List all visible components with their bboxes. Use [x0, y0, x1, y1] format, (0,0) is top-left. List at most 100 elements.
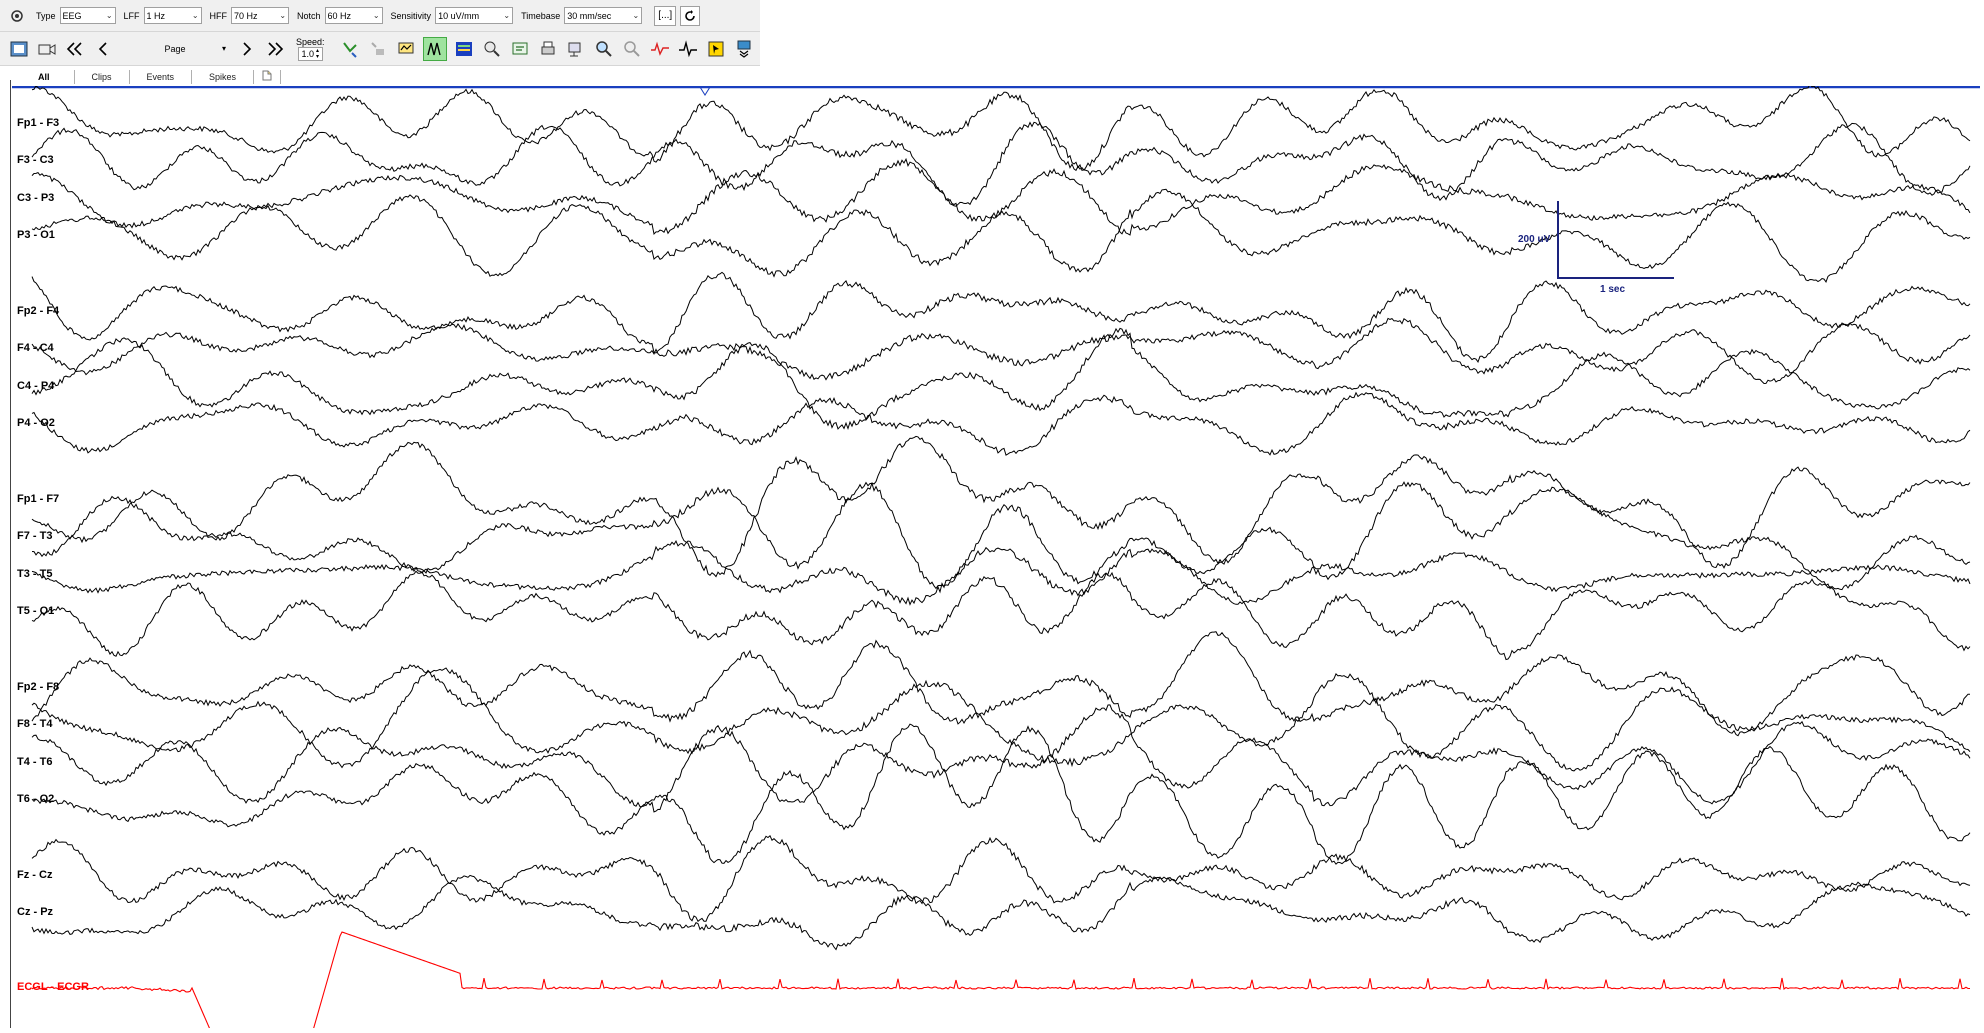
settings-gear-icon[interactable]: [6, 5, 28, 27]
channel-label[interactable]: F8 - T4: [17, 718, 52, 730]
eeg-waveforms: [12, 83, 1980, 1033]
eeg-trace-7: [31, 327, 1971, 431]
refresh-icon[interactable]: [680, 5, 701, 26]
eeg-trace-4: [31, 188, 1971, 283]
eeg-trace-2: [31, 121, 1971, 207]
notch-select[interactable]: 60 Hz ⌄: [324, 7, 383, 24]
channel-label[interactable]: Fp1 - F3: [17, 117, 59, 129]
tab-clips[interactable]: Clips: [75, 70, 130, 84]
eeg-trace-17: [31, 834, 1971, 923]
channel-label[interactable]: T3 - T5: [17, 568, 52, 580]
hff-value: 70 Hz: [234, 10, 258, 21]
type-value: EEG: [62, 10, 82, 21]
lff-select[interactable]: 1 Hz ⌄: [143, 7, 202, 24]
type-label: Type: [36, 10, 56, 21]
chevron-down-icon: ⌄: [372, 11, 380, 20]
chevron-down-icon: ⌄: [503, 11, 511, 20]
waveform-black-icon[interactable]: [677, 38, 699, 60]
scale-amplitude-label: 200 uV: [1518, 234, 1551, 245]
channel-label-ecg[interactable]: ECGL - ECGR: [17, 981, 89, 993]
channel-label[interactable]: F7 - T3: [17, 530, 52, 542]
eeg-trace-5: [31, 271, 1971, 363]
channel-label[interactable]: T6 - O2: [17, 793, 54, 805]
montage-icon[interactable]: [339, 38, 361, 60]
view-tabs: All Clips Events Spikes: [14, 70, 282, 84]
type-select[interactable]: EEG ⌄: [59, 7, 116, 24]
chevron-down-icon: ⌄: [632, 11, 640, 20]
channel-label[interactable]: C3 - P3: [17, 192, 54, 204]
network-send-icon[interactable]: [565, 38, 587, 60]
eeg-trace-13: [31, 631, 1971, 737]
notch-label: Notch: [297, 10, 321, 21]
eeg-trace-3: [31, 157, 1971, 236]
calibration-scale-bar: [1557, 201, 1674, 279]
print-icon[interactable]: [537, 38, 559, 60]
new-page-icon[interactable]: [254, 70, 282, 84]
expand-more-icon[interactable]: [733, 38, 755, 60]
eeg-trace-area[interactable]: [12, 83, 1980, 1033]
chevron-down-icon: ⌄: [105, 11, 113, 20]
speed-label: Speed:: [296, 36, 325, 47]
cursor-tool-icon[interactable]: [705, 38, 727, 60]
patient-record-icon[interactable]: [8, 38, 30, 60]
channel-label[interactable]: C4 - P4: [17, 380, 54, 392]
channel-label[interactable]: Fp2 - F4: [17, 305, 59, 317]
event-annotation-icon[interactable]: [395, 38, 417, 60]
marker-disabled-icon[interactable]: [367, 38, 389, 60]
forward-double-icon[interactable]: [264, 38, 286, 60]
timebase-select[interactable]: 30 mm/sec ⌄: [564, 7, 643, 24]
timebase-label: Timebase: [521, 10, 561, 21]
eeg-trace-12: [31, 570, 1971, 661]
channel-label[interactable]: P3 - O1: [17, 229, 55, 241]
eeg-trace-15: [31, 704, 1971, 813]
channel-label[interactable]: Cz - Pz: [17, 906, 53, 918]
eeg-trace-10: [31, 481, 1971, 591]
spectrogram-icon[interactable]: [453, 38, 475, 60]
chevron-down-icon: ⌄: [191, 11, 199, 20]
sensitivity-label: Sensitivity: [390, 10, 432, 21]
hff-select[interactable]: 70 Hz ⌄: [231, 7, 290, 24]
page-mode-select[interactable]: Page ▾: [120, 39, 230, 59]
channel-label[interactable]: Fp1 - F7: [17, 493, 59, 505]
ecg-trace: [31, 931, 1970, 1033]
zoom-in-icon[interactable]: [593, 38, 615, 60]
channel-label[interactable]: Fp2 - F8: [17, 681, 59, 693]
spike-detection-icon[interactable]: [422, 36, 447, 61]
channel-label[interactable]: Fz - Cz: [17, 869, 52, 881]
eeg-trace-6: [31, 317, 1971, 385]
channel-label[interactable]: F4 - C4: [17, 342, 54, 354]
stepper-arrows-icon[interactable]: ▴ ▾: [316, 48, 319, 60]
eeg-trace-11: [31, 539, 1971, 606]
patient-search-icon[interactable]: [481, 38, 503, 60]
tab-events[interactable]: Events: [130, 70, 193, 84]
eeg-trace-14: [31, 667, 1971, 772]
page-mode-value: Page: [164, 43, 186, 54]
report-export-icon[interactable]: [509, 38, 531, 60]
waveform-red-icon[interactable]: [649, 38, 671, 60]
sensitivity-select[interactable]: 10 uV/mm ⌄: [435, 7, 514, 24]
hff-label: HFF: [209, 10, 228, 21]
eeg-trace-18: [31, 874, 1971, 951]
chevron-down-icon: ⌄: [279, 11, 287, 20]
bracket-button[interactable]: [...]: [654, 5, 677, 26]
forward-single-icon[interactable]: [236, 38, 258, 60]
rewind-double-icon[interactable]: [64, 38, 86, 60]
channel-label[interactable]: P4 - O2: [17, 417, 55, 429]
eeg-trace-9: [31, 435, 1971, 578]
channel-label[interactable]: F3 - C3: [17, 154, 54, 166]
rewind-single-icon[interactable]: [92, 38, 114, 60]
lff-label: LFF: [123, 10, 140, 21]
zoom-out-icon[interactable]: [621, 38, 643, 60]
scale-time-label: 1 sec: [1600, 284, 1626, 295]
tab-spikes[interactable]: Spikes: [192, 70, 255, 84]
speed-value: 1.0: [301, 48, 315, 59]
tab-all[interactable]: All: [14, 70, 75, 84]
speed-stepper[interactable]: 1.0 ▴ ▾: [297, 46, 324, 61]
video-camera-icon[interactable]: [36, 38, 58, 60]
filter-toolbar: Type EEG ⌄ LFF 1 Hz ⌄ HFF 70 Hz ⌄ Notch 60 …: [0, 0, 760, 32]
navigation-toolbar: Page ▾ Speed: 1.0 ▴ ▾: [0, 32, 760, 66]
lff-value: 1 Hz: [146, 10, 166, 21]
trace-left-border: [10, 80, 11, 1028]
channel-label[interactable]: T4 - T6: [17, 756, 52, 768]
channel-label[interactable]: T5 - O1: [17, 605, 54, 617]
